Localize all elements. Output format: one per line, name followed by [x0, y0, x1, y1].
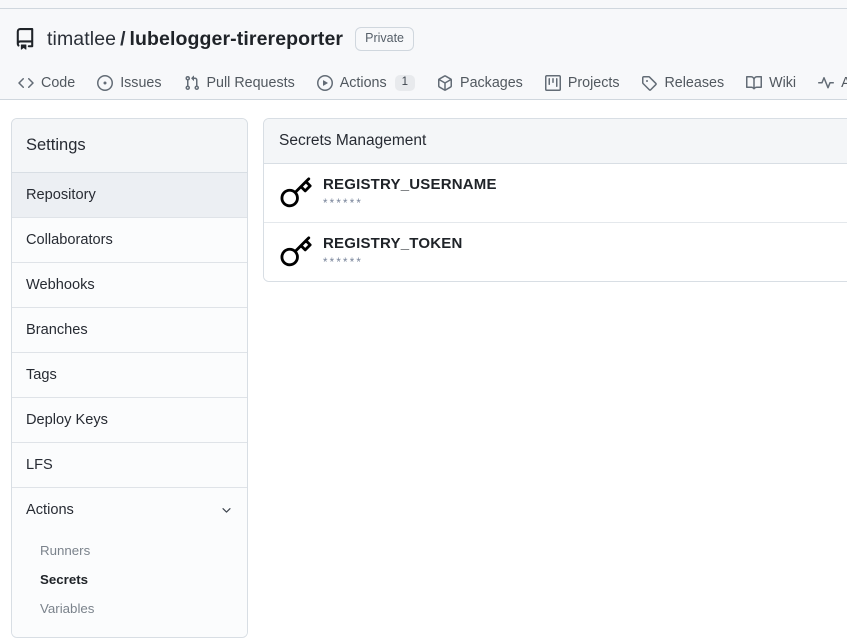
- page-body: Settings Repository Collaborators Webhoo…: [0, 100, 847, 638]
- tab-actions-label: Actions: [339, 75, 387, 91]
- tab-projects-label: Projects: [567, 75, 620, 91]
- sidebar-item-actions[interactable]: Actions: [12, 488, 247, 532]
- secret-text-block: REGISTRY_TOKEN ******: [323, 235, 463, 269]
- tab-projects[interactable]: Projects: [544, 75, 620, 91]
- secret-list-item[interactable]: REGISTRY_USERNAME ******: [264, 164, 847, 223]
- tab-activity-label: Acti: [841, 75, 847, 91]
- repo-separator: /: [120, 27, 126, 50]
- sidebar-item-repository-label: Repository: [26, 187, 96, 203]
- sidebar-item-webhooks-label: Webhooks: [26, 277, 95, 293]
- tab-issues-label: Issues: [120, 75, 162, 91]
- secret-list-item[interactable]: REGISTRY_TOKEN ******: [264, 223, 847, 281]
- chevron-down-icon: [222, 507, 231, 513]
- key-icon: [280, 236, 312, 267]
- sidebar-subitem-secrets[interactable]: Secrets: [12, 565, 247, 594]
- tag-icon: [642, 76, 658, 91]
- sidebar-item-lfs[interactable]: LFS: [12, 443, 247, 488]
- sidebar-item-actions-label: Actions: [26, 502, 74, 518]
- tab-pull-requests[interactable]: Pull Requests: [184, 75, 295, 91]
- tab-packages[interactable]: Packages: [437, 75, 523, 91]
- sidebar-item-collaborators[interactable]: Collaborators: [12, 218, 247, 263]
- tab-wiki-label: Wiki: [769, 75, 797, 91]
- code-brackets-icon: [18, 77, 34, 89]
- main-content-column: Secrets Management REGISTRY_USERNAME ***…: [263, 118, 847, 282]
- tab-activity[interactable]: Acti: [818, 75, 847, 91]
- project-board-icon: [544, 75, 561, 91]
- sidebar-item-deploy-keys[interactable]: Deploy Keys: [12, 398, 247, 443]
- visibility-badge: Private: [355, 27, 415, 51]
- tab-wiki[interactable]: Wiki: [746, 75, 796, 91]
- sidebar-item-webhooks[interactable]: Webhooks: [12, 263, 247, 308]
- repo-owner-link[interactable]: timatlee: [47, 28, 116, 51]
- sidebar-item-branches[interactable]: Branches: [12, 308, 247, 353]
- sidebar-item-tags[interactable]: Tags: [12, 353, 247, 398]
- sidebar-subitem-variables[interactable]: Variables: [12, 594, 247, 623]
- tab-pull-requests-label: Pull Requests: [206, 75, 295, 91]
- tab-actions[interactable]: Actions 1: [316, 74, 416, 92]
- tab-code-label: Code: [41, 75, 76, 91]
- issue-circle-dot-icon: [97, 75, 114, 91]
- sidebar-item-repository[interactable]: Repository: [12, 173, 247, 218]
- pulse-activity-icon: [818, 77, 835, 89]
- sidebar-item-collaborators-label: Collaborators: [26, 232, 113, 248]
- secret-name: REGISTRY_TOKEN: [323, 235, 463, 253]
- repository-title-row: timatlee / lubelogger-tirereporter Priva…: [0, 9, 847, 55]
- repo-book-icon: [16, 28, 34, 50]
- secret-name: REGISTRY_USERNAME: [323, 176, 497, 194]
- tab-issues[interactable]: Issues: [97, 75, 162, 91]
- browser-top-strip: [0, 0, 847, 9]
- repository-header: timatlee / lubelogger-tirereporter Priva…: [0, 9, 847, 100]
- tab-releases-label: Releases: [664, 75, 725, 91]
- sidebar-item-tags-label: Tags: [26, 367, 57, 383]
- repo-name-link[interactable]: lubelogger-tirereporter: [130, 28, 344, 51]
- sidebar-item-lfs-label: LFS: [26, 457, 53, 473]
- key-icon: [280, 177, 312, 208]
- tab-releases[interactable]: Releases: [641, 75, 724, 91]
- secrets-management-panel: Secrets Management REGISTRY_USERNAME ***…: [263, 118, 847, 282]
- settings-sidebar: Settings Repository Collaborators Webhoo…: [11, 118, 248, 638]
- sidebar-item-deploy-keys-label: Deploy Keys: [26, 412, 108, 428]
- secret-masked-value: ******: [323, 197, 364, 210]
- repository-nav-tabs: Code Issues Pull Requests Actions 1 Pack…: [0, 68, 847, 98]
- tab-code[interactable]: Code: [18, 75, 75, 91]
- tab-actions-count-badge: 1: [394, 74, 416, 92]
- secret-text-block: REGISTRY_USERNAME ******: [323, 176, 497, 210]
- play-circle-icon: [316, 75, 333, 91]
- package-cube-icon: [438, 75, 453, 91]
- sidebar-header: Settings: [12, 119, 247, 173]
- panel-title: Secrets Management: [264, 119, 847, 164]
- sidebar-actions-submenu: Runners Secrets Variables: [12, 532, 247, 637]
- book-open-icon: [746, 75, 763, 90]
- sidebar-subitem-runners[interactable]: Runners: [12, 536, 247, 565]
- sidebar-item-branches-label: Branches: [26, 322, 88, 338]
- tab-packages-label: Packages: [460, 75, 523, 91]
- git-pull-request-icon: [185, 75, 199, 91]
- secret-masked-value: ******: [323, 256, 364, 269]
